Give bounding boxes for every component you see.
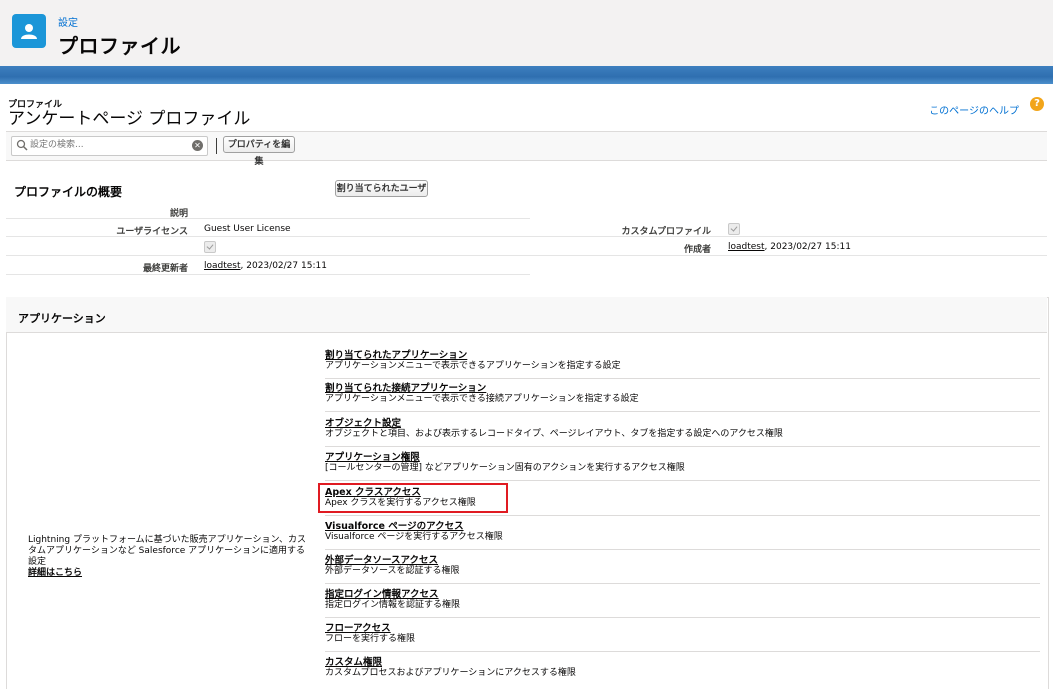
modified-by-date: , 2023/02/27 15:11 (240, 261, 327, 271)
toolbar-separator (216, 138, 217, 154)
profile-name-heading: アンケートページ プロファイル (8, 109, 251, 129)
list-item-custom-permissions[interactable]: カスタム権限 カスタムプロセスおよびアプリケーションにアクセスする権限 (325, 657, 1040, 685)
page-header: 設定 プロファイル (0, 0, 1053, 67)
modified-by-label: 最終更新者 (142, 264, 188, 274)
item-title[interactable]: Visualforce ページのアクセス (325, 521, 1040, 532)
help-icon[interactable]: ? (1030, 97, 1044, 111)
breadcrumb-setup[interactable]: 設定 (58, 14, 78, 29)
edit-properties-button[interactable]: プロパティを編集 (223, 136, 295, 167)
description-label: 説明 (169, 209, 188, 219)
modified-by-value: loadtest, 2023/02/27 15:11 (204, 261, 327, 271)
search-box: ✕ (11, 136, 208, 156)
divider (6, 255, 1047, 256)
item-desc: 指定ログイン情報を認証する権限 (325, 600, 461, 610)
list-item-visualforce-access[interactable]: Visualforce ページのアクセス Visualforce ページを実行す… (325, 521, 1040, 550)
modified-by-user-link[interactable]: loadtest (204, 261, 241, 271)
item-desc: [コールセンターの管理] などアプリケーション固有のアクションを実行するアクセス… (325, 463, 685, 473)
decorative-band (0, 66, 1053, 84)
page-title: プロファイル (58, 34, 181, 58)
clear-search-icon[interactable]: ✕ (192, 140, 203, 151)
item-desc: Visualforce ページを実行するアクセス権限 (325, 532, 503, 542)
assigned-users-button[interactable]: 割り当てられたユーザ (335, 180, 428, 197)
help-link[interactable]: このページのヘルプ (929, 102, 1019, 117)
list-item-assigned-apps[interactable]: 割り当てられたアプリケーション アプリケーションメニューで表示できるアプリケーシ… (325, 350, 1040, 379)
list-item-app-permissions[interactable]: アプリケーション権限 [コールセンターの管理] などアプリケーション固有のアクシ… (325, 452, 1040, 481)
user-icon (12, 14, 46, 48)
applications-header: アプリケーション (6, 297, 1047, 333)
active-checkbox (204, 241, 216, 253)
applications-title: アプリケーション (18, 312, 106, 325)
item-title[interactable]: カスタム権限 (325, 657, 1040, 668)
highlight-box (318, 483, 508, 513)
created-by-date: , 2023/02/27 15:11 (764, 242, 851, 252)
search-icon (16, 139, 28, 151)
created-by-user-link[interactable]: loadtest (728, 242, 765, 252)
item-title[interactable]: 指定ログイン情報アクセス (325, 589, 1040, 600)
item-title[interactable]: 外部データソースアクセス (325, 555, 1040, 566)
overview-title: プロファイルの概要 (14, 185, 123, 199)
item-title[interactable]: フローアクセス (325, 623, 1040, 634)
custom-profile-checkbox (728, 223, 740, 235)
list-item-flow-access[interactable]: フローアクセス フローを実行する権限 (325, 623, 1040, 652)
user-license-value: Guest User License (204, 224, 291, 234)
applications-description: Lightning プラットフォームに基づいた販売アプリケーション、カスタムアプ… (28, 535, 308, 579)
search-input[interactable] (30, 138, 180, 152)
created-by-value: loadtest, 2023/02/27 15:11 (728, 242, 851, 252)
learn-more-link[interactable]: 詳細はこちら (28, 568, 308, 579)
item-desc: オブジェクトと項目、および表示するレコードタイプ、ページレイアウト、タブを指定す… (325, 429, 783, 439)
item-title[interactable]: 割り当てられた接続アプリケーション (325, 383, 1040, 394)
list-item-assigned-connected-apps[interactable]: 割り当てられた接続アプリケーション アプリケーションメニューで表示できる接続アプ… (325, 383, 1040, 412)
created-by-label: 作成者 (683, 245, 711, 255)
item-desc: アプリケーションメニューで表示できる接続アプリケーションを指定する設定 (325, 394, 639, 404)
toolbar: ✕ プロパティを編集 (6, 131, 1047, 167)
list-item-named-credential-access[interactable]: 指定ログイン情報アクセス 指定ログイン情報を認証する権限 (325, 589, 1040, 618)
item-title[interactable]: アプリケーション権限 (325, 452, 1040, 463)
applications-description-text: Lightning プラットフォームに基づいた販売アプリケーション、カスタムアプ… (28, 535, 306, 567)
list-item-external-data-source-access[interactable]: 外部データソースアクセス 外部データソースを認証する権限 (325, 555, 1040, 584)
user-license-label: ユーザライセンス (116, 227, 188, 237)
item-desc: アプリケーションメニューで表示できるアプリケーションを指定する設定 (325, 361, 621, 371)
item-desc: フローを実行する権限 (325, 634, 416, 644)
custom-profile-label: カスタムプロファイル (621, 227, 711, 237)
divider (6, 274, 530, 275)
list-item-object-settings[interactable]: オブジェクト設定 オブジェクトと項目、および表示するレコードタイプ、ページレイア… (325, 418, 1040, 447)
item-desc: カスタムプロセスおよびアプリケーションにアクセスする権限 (325, 668, 576, 678)
item-title[interactable]: 割り当てられたアプリケーション (325, 350, 1040, 361)
item-desc: 外部データソースを認証する権限 (325, 566, 460, 576)
item-title[interactable]: オブジェクト設定 (325, 418, 1040, 429)
